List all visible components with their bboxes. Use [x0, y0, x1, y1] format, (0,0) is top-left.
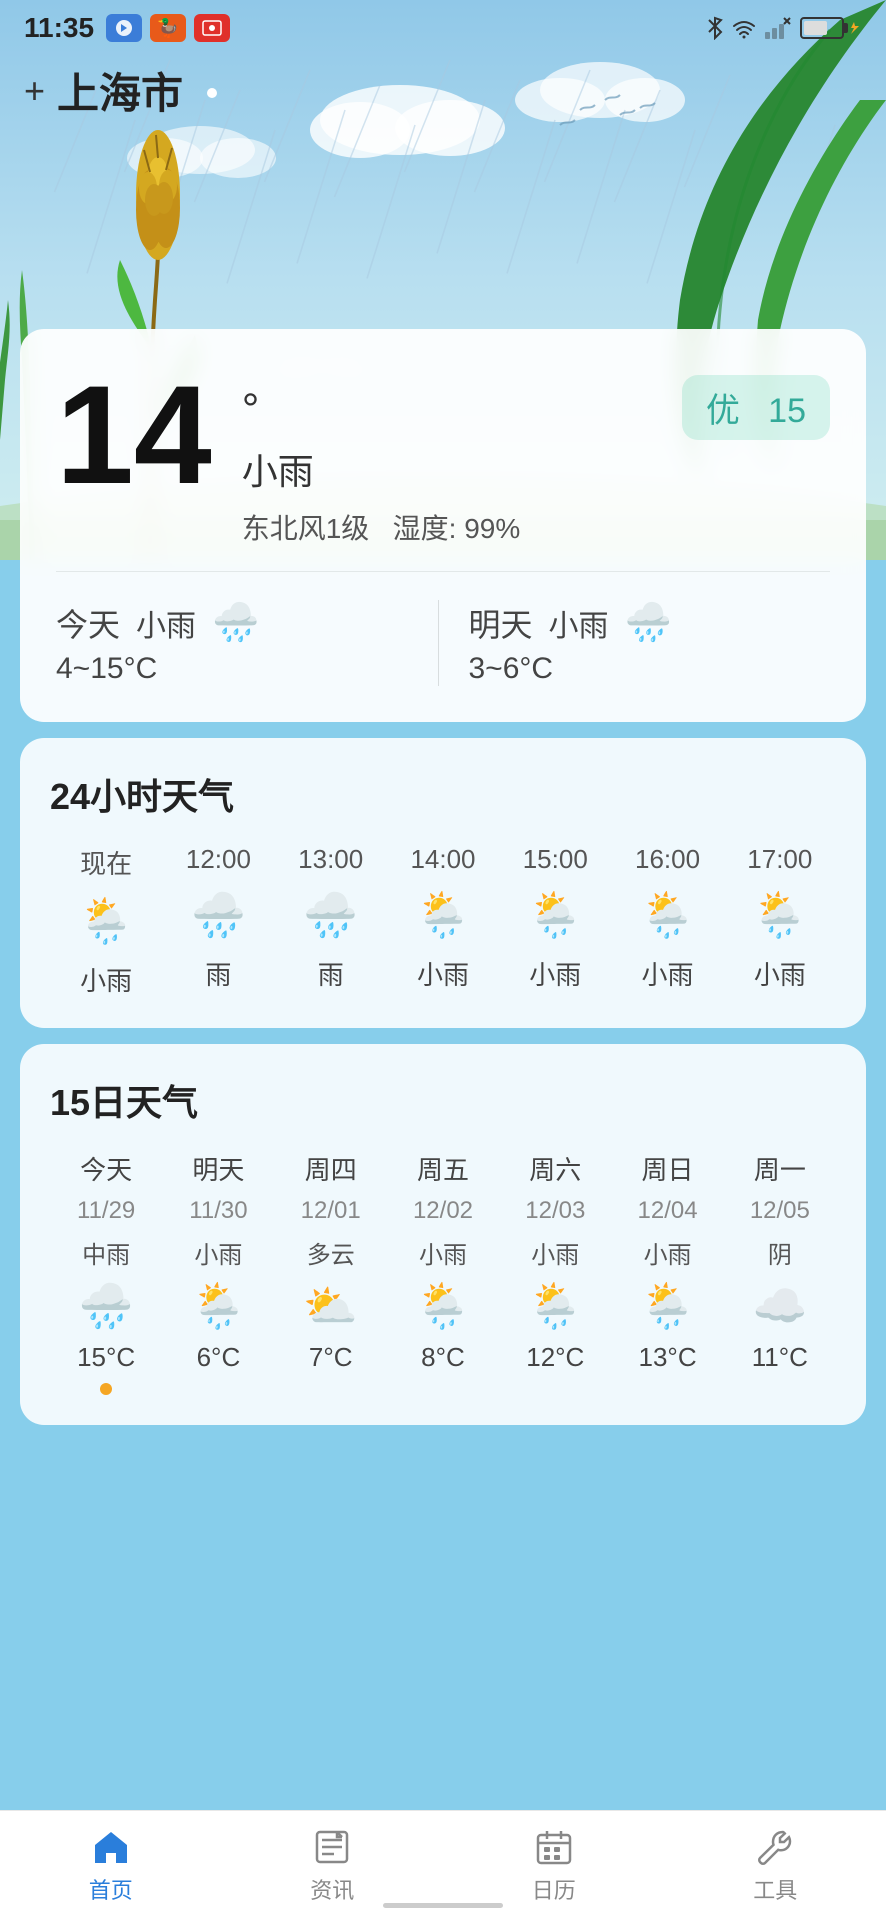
forecast-grid: 今天 11/29 中雨 🌧️ 15°C 明天 11/30 小雨 🌦️ 6°C 周…: [50, 1150, 836, 1395]
nav-home-label: 首页: [89, 1873, 133, 1905]
nav-news-label: 资讯: [310, 1873, 354, 1905]
forecast-weather-icon: 🌦️: [528, 1280, 583, 1332]
forecast-column: 今天 11/29 中雨 🌧️ 15°C: [50, 1150, 162, 1395]
forecast-column: 周四 12/01 多云 ⛅ 7°C: [275, 1150, 387, 1395]
hourly-scroll[interactable]: 现在 🌦️ 小雨 12:00 🌧️ 雨 13:00 🌧️ 雨 14:00 🌦️ …: [50, 844, 836, 998]
today-tomorrow-section: 今天 小雨 🌧️ 4~15°C 明天 小雨 🌧️ 3~6°C: [56, 600, 830, 686]
hourly-weather-card: 24小时天气 现在 🌦️ 小雨 12:00 🌧️ 雨 13:00 🌧️ 雨 14…: [20, 738, 866, 1028]
tomorrow-temp: 3~6°C: [469, 652, 831, 686]
nav-news[interactable]: 资讯: [310, 1827, 354, 1905]
forecast-weather-icon: ⛅: [303, 1280, 358, 1332]
tomorrow-section: 明天 小雨 🌧️ 3~6°C: [439, 600, 831, 686]
temperature-details: ° 小雨 东北风1级 湿度: 99%: [242, 365, 662, 547]
tomorrow-condition: 小雨: [549, 601, 609, 645]
city-indicator-dot: [207, 88, 217, 98]
status-time: 11:35: [24, 12, 94, 44]
hour-item: 16:00 🌦️ 小雨: [611, 844, 723, 998]
hour-item: 14:00 🌦️ 小雨: [387, 844, 499, 998]
temperature-row: 14 ° 小雨 东北风1级 湿度: 99% 优 15: [56, 365, 830, 547]
app-icon-3: [194, 14, 230, 42]
status-bar: 11:35 🦆: [0, 0, 886, 52]
forecast-card: 15日天气 今天 11/29 中雨 🌧️ 15°C 明天 11/30 小雨 🌦️…: [20, 1044, 866, 1425]
hour-item: 12:00 🌧️ 雨: [162, 844, 274, 998]
nav-tools-label: 工具: [753, 1873, 797, 1905]
hour-item: 现在 🌦️ 小雨: [50, 844, 162, 998]
forecast-weather-icon: 🌦️: [416, 1280, 471, 1332]
forecast-title: 15日天气: [50, 1074, 836, 1126]
hour-icon: 🌧️: [303, 889, 358, 941]
temperature-display: 14: [56, 365, 212, 505]
city-header: + 上海市: [0, 52, 886, 129]
low-temp-dot: [549, 1383, 561, 1395]
low-temp-dot: [325, 1383, 337, 1395]
hour-item: 17:00 🌦️ 小雨: [724, 844, 836, 998]
weather-condition: 小雨: [242, 443, 662, 495]
app-icon-1: [106, 14, 142, 42]
gesture-bar: [383, 1903, 503, 1908]
nav-calendar-label: 日历: [532, 1873, 576, 1905]
tomorrow-label: 明天: [469, 600, 533, 646]
city-name: 上海市: [57, 60, 183, 121]
low-temp-dot: [437, 1383, 449, 1395]
main-content: 14 ° 小雨 东北风1级 湿度: 99% 优 15 今天: [0, 329, 886, 1571]
low-temp-dot: [212, 1383, 224, 1395]
today-condition: 小雨: [136, 601, 196, 645]
forecast-column: 周日 12/04 小雨 🌦️ 13°C: [611, 1150, 723, 1395]
nav-home[interactable]: 首页: [89, 1827, 133, 1905]
hour-icon: 🌦️: [528, 889, 583, 941]
tomorrow-weather-icon: 🌧️: [625, 601, 672, 645]
forecast-weather-icon: 🌦️: [640, 1280, 695, 1332]
low-temp-dot: [774, 1383, 786, 1395]
today-weather-icon: 🌧️: [212, 601, 259, 645]
today-label: 今天: [56, 600, 120, 646]
hour-icon: 🌦️: [640, 889, 695, 941]
low-temp-dot: [662, 1383, 674, 1395]
hour-item: 15:00 🌦️ 小雨: [499, 844, 611, 998]
hour-item: 13:00 🌧️ 雨: [275, 844, 387, 998]
nav-calendar[interactable]: 日历: [532, 1827, 576, 1905]
today-temp: 4~15°C: [56, 652, 418, 686]
hour-icon: 🌧️: [191, 889, 246, 941]
forecast-column: 周一 12/05 阴 ☁️ 11°C: [724, 1150, 836, 1395]
aqi-badge: 优 15: [682, 375, 830, 440]
hour-icon: 🌦️: [752, 889, 807, 941]
weather-wind-humidity: 东北风1级 湿度: 99%: [242, 507, 662, 547]
app-icon-2: 🦆: [150, 14, 186, 42]
forecast-column: 明天 11/30 小雨 🌦️ 6°C: [162, 1150, 274, 1395]
forecast-weather-icon: ☁️: [752, 1280, 807, 1332]
today-tomorrow-row: 今天 小雨 🌧️ 4~15°C 明天 小雨 🌧️ 3~6°C: [56, 571, 830, 686]
hourly-title: 24小时天气: [50, 768, 836, 820]
low-temp-dot: [100, 1383, 112, 1395]
status-right-icons: [706, 16, 862, 40]
forecast-column: 周六 12/03 小雨 🌦️ 12°C: [499, 1150, 611, 1395]
forecast-column: 周五 12/02 小雨 🌦️ 8°C: [387, 1150, 499, 1395]
today-section: 今天 小雨 🌧️ 4~15°C: [56, 600, 438, 686]
current-weather-card: 14 ° 小雨 东北风1级 湿度: 99% 优 15 今天: [20, 329, 866, 722]
forecast-weather-icon: 🌦️: [191, 1280, 246, 1332]
hour-icon: 🌦️: [79, 895, 134, 947]
forecast-weather-icon: 🌧️: [79, 1280, 134, 1332]
add-city-button[interactable]: +: [24, 73, 45, 109]
temperature-unit: °: [242, 385, 662, 435]
hour-icon: 🌦️: [416, 889, 471, 941]
nav-tools[interactable]: 工具: [753, 1827, 797, 1905]
